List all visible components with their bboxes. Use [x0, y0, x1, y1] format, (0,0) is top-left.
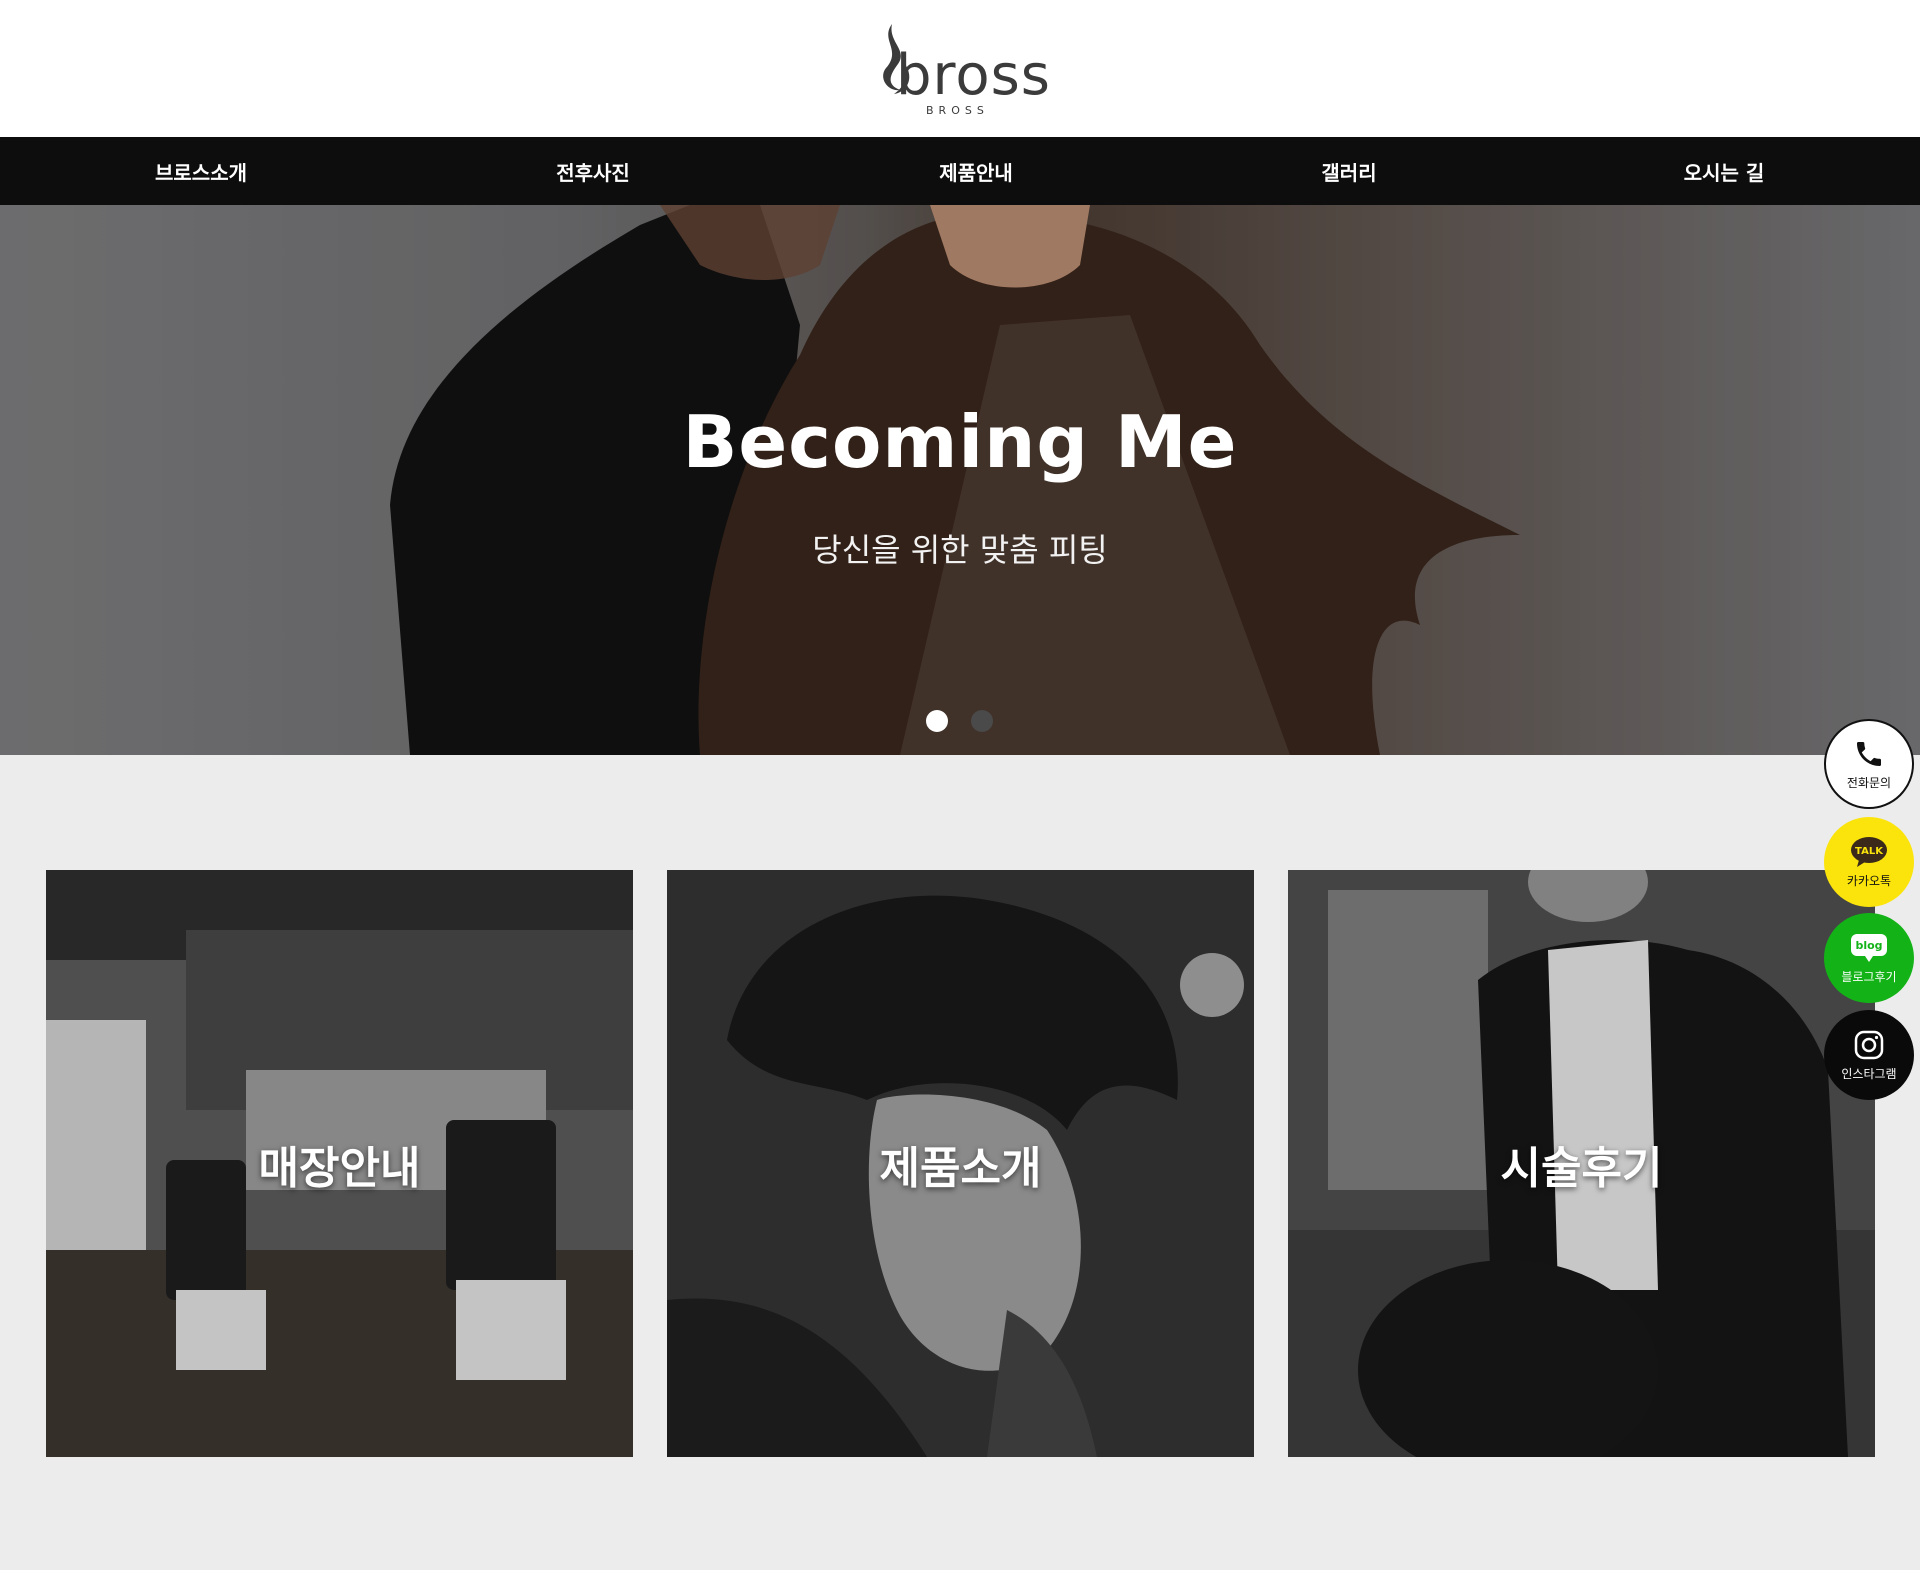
card-label: 매장안내 — [258, 1143, 421, 1194]
nav-item-before-after[interactable]: 전후사진 — [473, 137, 713, 205]
card-label: 제품소개 — [879, 1143, 1042, 1194]
kakao-label: 카카오톡 — [1846, 873, 1892, 888]
card-products[interactable]: 제품소개 — [667, 870, 1254, 1457]
nav-item-about[interactable]: 브로스소개 — [81, 137, 321, 205]
logo-subtext: BROSS — [926, 104, 989, 117]
nav-item-directions[interactable]: 오시는 길 — [1604, 137, 1844, 205]
blog-icon: blog — [1851, 933, 1887, 962]
instagram-icon — [1854, 1030, 1884, 1059]
card-label: 시술후기 — [1500, 1143, 1663, 1194]
blog-review-button[interactable]: blog 블로그후기 — [1824, 913, 1914, 1003]
slider-dot-2[interactable] — [971, 710, 993, 732]
card-reviews[interactable]: 시술후기 — [1288, 870, 1875, 1457]
logo-wordmark: bross — [896, 43, 1051, 108]
hero-slider: Becoming Me 당신을 위한 맞춤 피팅 — [0, 205, 1920, 755]
kakao-talk-icon: TALK — [1851, 836, 1887, 867]
main-nav: 브로스소개 전후사진 제품안내 갤러리 오시는 길 — [0, 137, 1920, 205]
card-store-info[interactable]: 매장안내 — [46, 870, 633, 1457]
phone-label: 전화문의 — [1846, 775, 1892, 790]
slider-dot-1[interactable] — [926, 710, 948, 732]
nav-item-gallery[interactable]: 갤러리 — [1229, 137, 1469, 205]
hero-title: Becoming Me — [682, 400, 1238, 484]
phone-icon — [1857, 741, 1881, 766]
svg-text:blog: blog — [1855, 939, 1882, 952]
instagram-label: 인스타그램 — [1841, 1066, 1897, 1081]
nav-item-products[interactable]: 제품안내 — [856, 137, 1096, 205]
kakao-talk-button[interactable]: TALK 카카오톡 — [1824, 817, 1914, 907]
instagram-button[interactable]: 인스타그램 — [1824, 1010, 1914, 1100]
svg-text:TALK: TALK — [1855, 846, 1884, 857]
hero-subtitle: 당신을 위한 맞춤 피팅 — [812, 531, 1108, 569]
site-logo[interactable]: bross BROSS — [862, 20, 1062, 120]
phone-inquiry-button[interactable]: 전화문의 — [1824, 719, 1914, 809]
site-header: bross BROSS — [0, 0, 1920, 137]
blog-label: 블로그후기 — [1841, 969, 1897, 984]
